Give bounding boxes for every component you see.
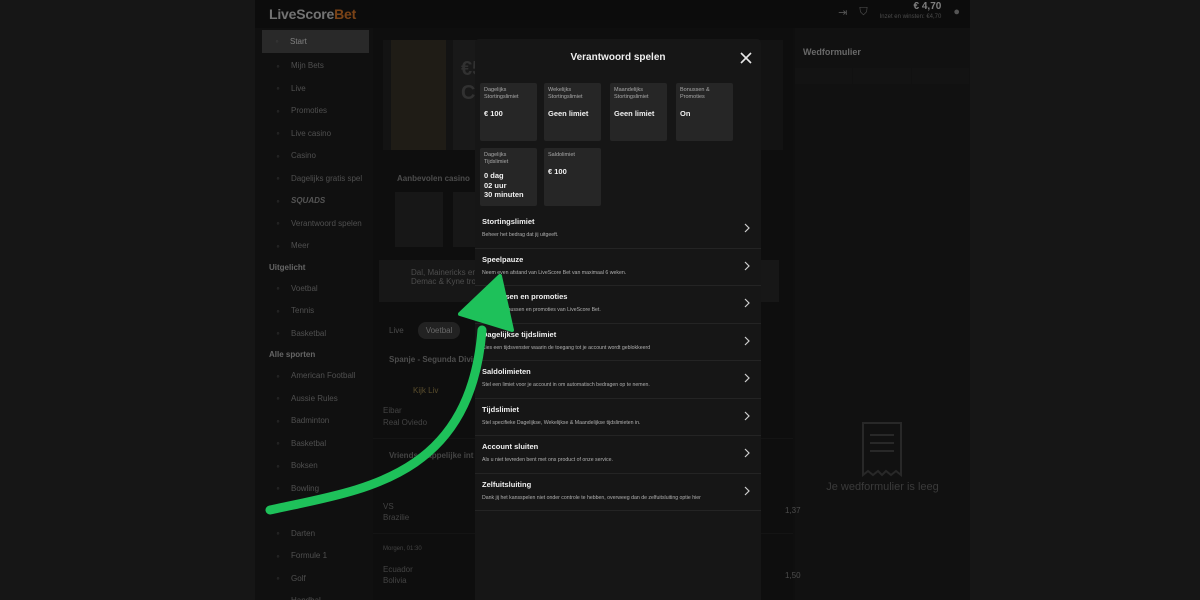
chevron-right-icon — [744, 336, 750, 345]
settings-item-description: Stel specifieke Dagelijkse, Wekelijkse &… — [482, 419, 641, 426]
responsible-gaming-modal: Verantwoord spelen Dagelijks Stortingsli… — [475, 39, 761, 600]
limit-card-value: Geen limiet — [548, 109, 589, 118]
limit-card[interactable]: Saldolimiet € 100 — [544, 148, 601, 206]
close-icon[interactable] — [738, 50, 754, 66]
chevron-right-icon — [744, 261, 750, 270]
limit-card[interactable]: Wekelijks Stortingslimiet Geen limiet — [544, 83, 601, 141]
limit-card-value: € 100 — [484, 109, 503, 118]
settings-list: Stortingslimiet Beheer het bedrag dat jij… — [475, 211, 761, 511]
settings-item-description: Beheer het bedrag dat jij uitgeeft. — [482, 232, 559, 238]
limit-card-label: Bonussen & Promoties — [680, 87, 710, 100]
settings-item-saldolimieten[interactable]: Saldolimieten Stel een limiet voor je acc… — [475, 361, 761, 399]
settings-item-title: Tijdslimiet — [482, 404, 519, 414]
settings-item-title: Dagelijkse tijdslimiet — [482, 329, 557, 339]
chevron-right-icon — [744, 486, 750, 495]
limit-card[interactable]: Dagelijks Tijdslimiet 0 dag 02 uur 30 mi… — [480, 148, 537, 206]
limit-card[interactable]: Dagelijks Stortingslimiet € 100 — [480, 83, 537, 141]
settings-item-bonussen-en-promoties[interactable]: Bonussen en promoties Schakel bonussen en… — [475, 286, 761, 324]
modal-title: Verantwoord spelen — [570, 52, 666, 63]
limit-card-value: 0 dag 02 uur 30 minuten — [484, 171, 524, 199]
chevron-right-icon — [744, 373, 750, 383]
settings-item-dagelijkse-tijdslimiet[interactable]: Dagelijkse tijdslimiet Kies een tijdsvens… — [475, 324, 761, 361]
chevron-right-icon — [744, 223, 750, 233]
chevron-right-icon — [744, 411, 750, 420]
settings-item-stortingslimiet[interactable]: Stortingslimiet Beheer het bedrag dat jij… — [475, 211, 761, 249]
chevron-right-icon — [744, 448, 750, 458]
limit-card-label: Dagelijks Stortingslimiet — [484, 87, 519, 100]
settings-item-speelpauze[interactable]: Speelpauze Neem even afstand van LiveScor… — [475, 249, 761, 286]
limit-card-value: € 100 — [548, 167, 567, 176]
limit-card[interactable]: Maandelijks Stortingslimiet Geen limiet — [610, 83, 667, 141]
settings-item-zelfuitsluiting[interactable]: Zelfuitsluiting Dank jij het kansspelen n… — [475, 474, 761, 511]
limit-card-label: Dagelijks Tijdslimiet — [484, 152, 509, 165]
settings-item-description: Stel een limiet voor je account in om au… — [482, 382, 650, 388]
settings-item-description: Dank jij het kansspelen niet onder contr… — [482, 494, 701, 501]
settings-item-title: Zelfuitsluiting — [482, 479, 532, 489]
settings-item-account-sluiten[interactable]: Account sluiten Als u niet tevreden bent … — [475, 436, 761, 474]
settings-item-title: Saldolimieten — [482, 367, 531, 376]
settings-item-description: Kies een tijdsvenster waarin de toegang … — [482, 344, 651, 351]
settings-item-tijdslimiet[interactable]: Tijdslimiet Stel specifieke Dagelijkse, W… — [475, 399, 761, 436]
settings-item-title: Account sluiten — [482, 442, 539, 451]
settings-item-title: Speelpauze — [482, 254, 524, 264]
settings-item-title: Stortingslimiet — [482, 217, 535, 226]
settings-item-description: Schakel bonussen en promoties van LiveSc… — [482, 307, 601, 313]
limit-card-label: Saldolimiet — [548, 152, 575, 158]
limit-card[interactable]: Bonussen & Promoties On — [676, 83, 733, 141]
limit-card-value: Geen limiet — [614, 109, 655, 118]
limit-card-label: Maandelijks Stortingslimiet — [614, 87, 649, 100]
limit-card-label: Wekelijks Stortingslimiet — [548, 87, 583, 100]
settings-item-description: Als u niet tevreden bent met ons product… — [482, 457, 613, 463]
settings-item-title: Bonussen en promoties — [482, 292, 568, 301]
settings-item-description: Neem even afstand van LiveScore Bet van … — [482, 269, 627, 276]
limit-card-value: On — [680, 109, 691, 118]
chevron-right-icon — [744, 298, 750, 308]
